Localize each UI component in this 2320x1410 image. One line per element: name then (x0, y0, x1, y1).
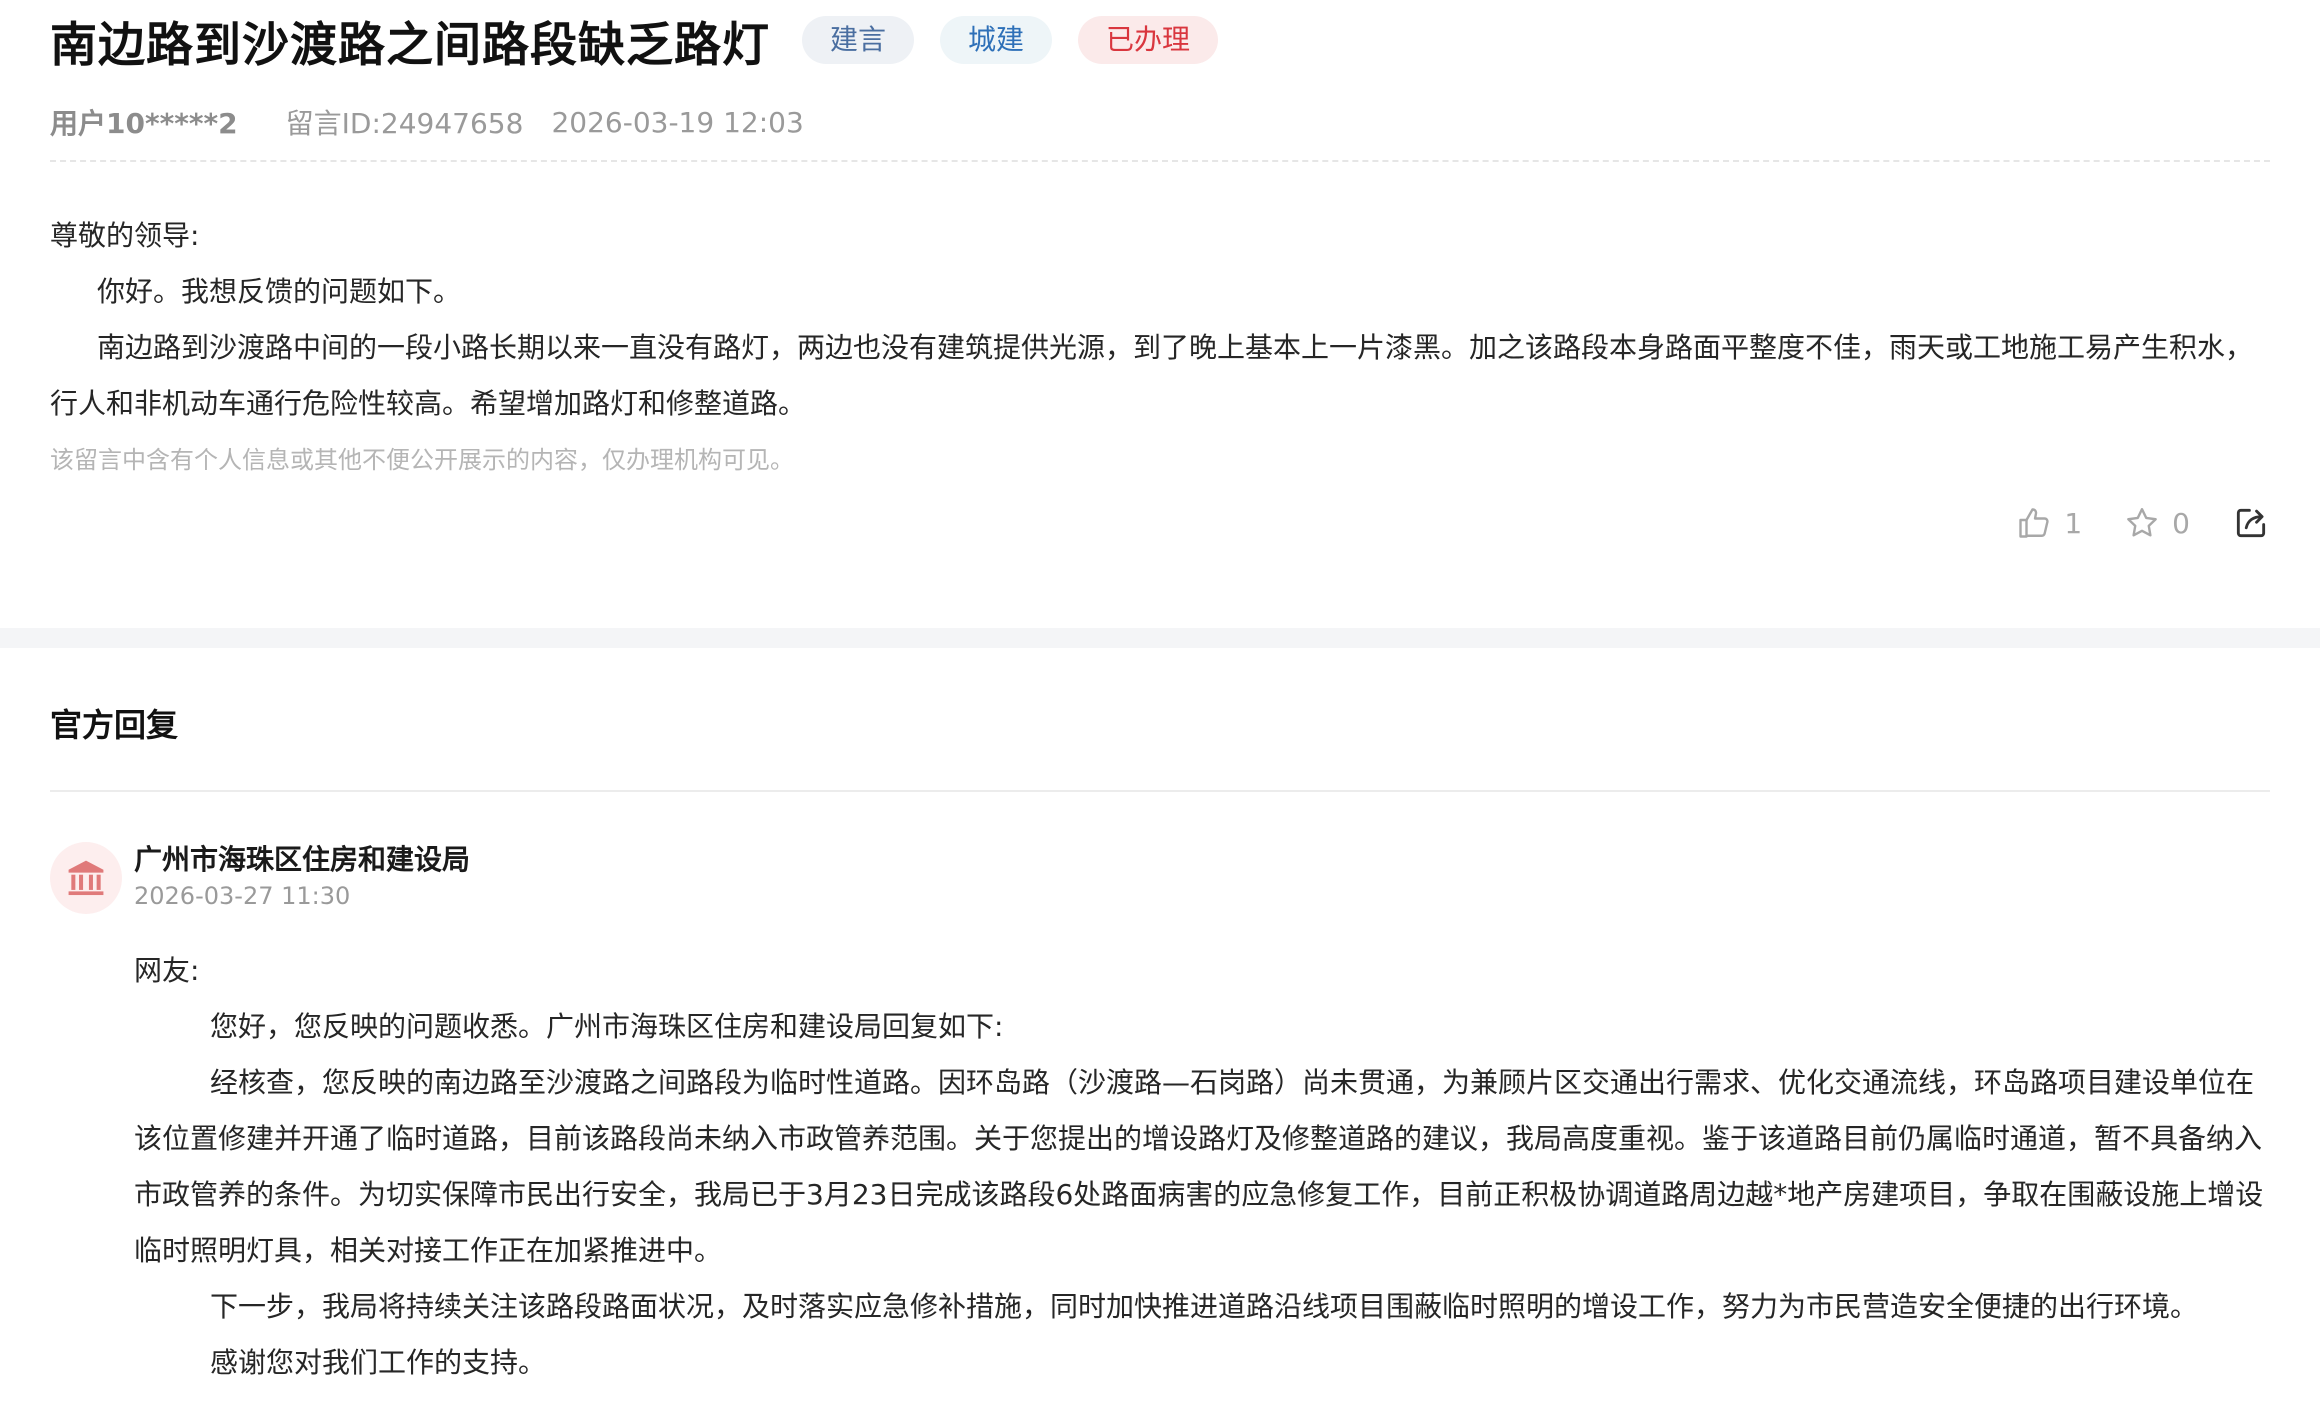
message-actions: 1 0 (2016, 502, 2270, 544)
reply-section-title: 官方回复 (50, 706, 179, 744)
author-name: 用户10*****2 (50, 107, 238, 140)
section-separator (0, 628, 2320, 648)
government-building-icon (68, 860, 104, 896)
message-paragraph: 南边路到沙渡路中间的一段小路长期以来一直没有路灯，两边也没有建筑提供光源，到了晚… (50, 331, 2254, 420)
reply-time: 2026-03-27 11:30 (134, 882, 351, 910)
reply-paragraph: 经核查，您反映的南边路至沙渡路之间路段为临时性道路。因环岛路（沙渡路—石岗路）尚… (134, 1066, 2264, 1267)
reply-paragraph: 下一步，我局将持续关注该路段路面状况，及时落实应急修补措施，同时加快推进道路沿线… (210, 1290, 2199, 1323)
type-tag: 建言 (802, 16, 915, 64)
title-row: 南边路到沙渡路之间路段缺乏路灯 建言 城建 已办理 (50, 4, 1244, 76)
share-icon (2236, 508, 2266, 538)
like-button[interactable]: 1 (2016, 505, 2082, 541)
favorite-count: 0 (2172, 506, 2190, 540)
reply-paragraph: 您好，您反映的问题收悉。广州市海珠区住房和建设局回复如下: (210, 1010, 1004, 1043)
post-time: 2026-03-19 12:03 (551, 105, 804, 139)
like-count: 1 (2064, 506, 2083, 540)
message-id: 留言ID:24947658 (285, 107, 524, 140)
star-icon (2127, 508, 2158, 537)
category-tag: 城建 (940, 16, 1053, 64)
favorite-button[interactable]: 0 (2124, 505, 2190, 541)
reply-salutation: 网友: (134, 954, 200, 987)
thumbs-up-icon (2019, 508, 2049, 538)
message-salutation: 尊敬的领导: (50, 219, 200, 252)
meta-divider (50, 160, 2270, 162)
page-title: 南边路到沙渡路之间路段缺乏路灯 (50, 17, 770, 73)
reply-divider (50, 790, 2270, 792)
message-body: 尊敬的领导: 你好。我想反馈的问题如下。 南边路到沙渡路中间的一段小路长期以来一… (50, 208, 2272, 432)
message-detail-page: 南边路到沙渡路之间路段缺乏路灯 建言 城建 已办理 用户10*****2 留言I… (0, 0, 2320, 1410)
reply-org-name: 广州市海珠区住房和建设局 (134, 843, 471, 876)
message-meta: 用户10*****2 留言ID:24947658 2026-03-19 12:0… (50, 100, 804, 144)
avatar (50, 842, 122, 914)
privacy-notice: 该留言中含有个人信息或其他不便公开展示的内容，仅办理机构可见。 (50, 446, 794, 474)
reply-body: 网友: 您好，您反映的问题收悉。广州市海珠区住房和建设局回复如下: 经核查，您反… (134, 943, 2274, 1391)
share-button[interactable] (2232, 504, 2270, 542)
message-paragraph: 你好。我想反馈的问题如下。 (97, 275, 462, 308)
reply-paragraph: 感谢您对我们工作的支持。 (210, 1346, 547, 1379)
status-badge: 已办理 (1078, 16, 1219, 64)
